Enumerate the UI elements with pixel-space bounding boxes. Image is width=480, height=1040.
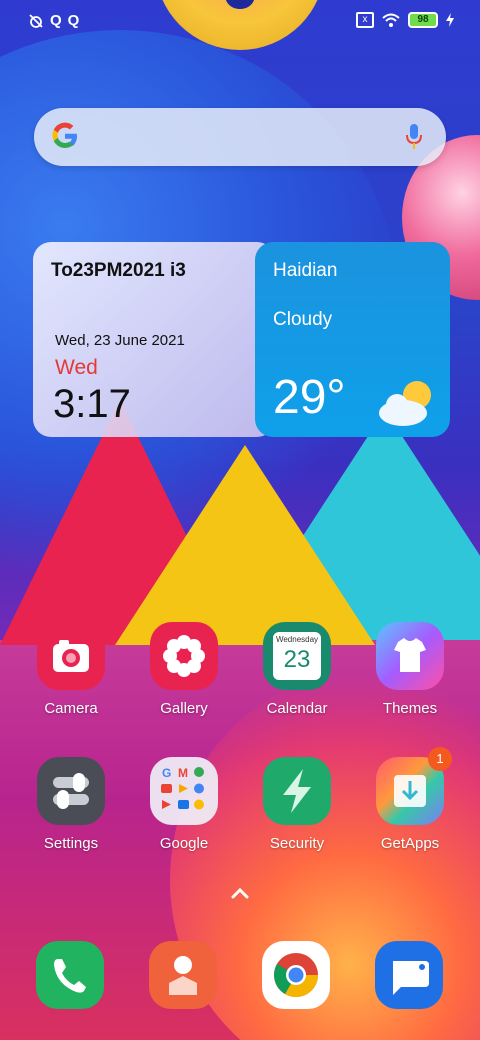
- mute-alarm-icon: [29, 13, 43, 28]
- google-logo-icon: [52, 122, 77, 148]
- themes-icon: [376, 622, 444, 690]
- calendar-icon: Wednesday 23: [263, 622, 331, 690]
- getapps-icon: 1: [376, 747, 452, 825]
- svg-text:G: G: [162, 766, 171, 780]
- app-label: Google: [159, 835, 209, 852]
- weather-widget[interactable]: Haidian Cloudy 29°: [255, 242, 450, 437]
- google-folder-icon: G M: [150, 757, 218, 825]
- weather-condition: Cloudy: [273, 309, 333, 330]
- settings-icon: [37, 757, 105, 825]
- google-search-bar[interactable]: [34, 108, 446, 166]
- app-google-folder[interactable]: G M Google: [134, 757, 234, 857]
- app-label: Camera: [44, 700, 98, 717]
- sim-status-icon: x: [356, 12, 374, 28]
- clock-widget[interactable]: To23PM2021 i3 Wed, 23 June 2021 Wed 3:17: [33, 242, 275, 437]
- app-label: GetApps: [380, 835, 440, 852]
- app-label: Calendar: [266, 700, 328, 717]
- mic-icon[interactable]: [404, 123, 424, 151]
- app-label: Settings: [43, 835, 99, 852]
- weather-city: Haidian: [273, 260, 338, 281]
- app-themes[interactable]: Themes: [360, 622, 460, 722]
- messages-icon[interactable]: [375, 941, 443, 1009]
- status-bar: Q Q x 98: [0, 0, 480, 44]
- calendar-day-number: 23: [283, 646, 311, 673]
- calendar-day-name: Wednesday: [275, 635, 319, 644]
- app-label: Themes: [382, 700, 438, 717]
- phone-icon[interactable]: [36, 941, 104, 1009]
- q-app-icon: Q: [50, 12, 62, 29]
- gallery-icon: [150, 622, 218, 690]
- weather-temperature: 29°: [273, 371, 346, 424]
- app-settings[interactable]: Settings: [21, 757, 121, 857]
- app-gallery[interactable]: Gallery: [134, 622, 234, 722]
- clock-widget-day: Wed: [55, 356, 98, 379]
- wifi-icon: [382, 13, 400, 27]
- battery-icon: 98: [408, 12, 438, 28]
- app-getapps[interactable]: 1 GetApps: [360, 747, 460, 857]
- charging-icon: [446, 13, 454, 27]
- clock-widget-date: Wed, 23 June 2021: [55, 332, 185, 349]
- contacts-icon[interactable]: [149, 941, 217, 1009]
- chrome-icon[interactable]: [262, 941, 330, 1009]
- notification-badge: 1: [428, 747, 452, 771]
- camera-icon: [37, 622, 105, 690]
- partly-cloudy-icon: [379, 381, 431, 426]
- app-label: Gallery: [160, 700, 208, 717]
- clock-widget-title: To23PM2021 i3: [51, 260, 186, 281]
- app-label: Security: [269, 835, 325, 852]
- svg-text:M: M: [178, 766, 188, 780]
- q-app-icon: Q: [67, 12, 80, 29]
- clock-widget-time: 3:17: [53, 382, 131, 426]
- app-calendar[interactable]: Wednesday 23 Calendar: [247, 622, 347, 722]
- app-security[interactable]: Security: [247, 757, 347, 857]
- chevron-up-icon[interactable]: [230, 886, 250, 900]
- app-camera[interactable]: Camera: [21, 622, 121, 722]
- security-icon: [263, 757, 331, 825]
